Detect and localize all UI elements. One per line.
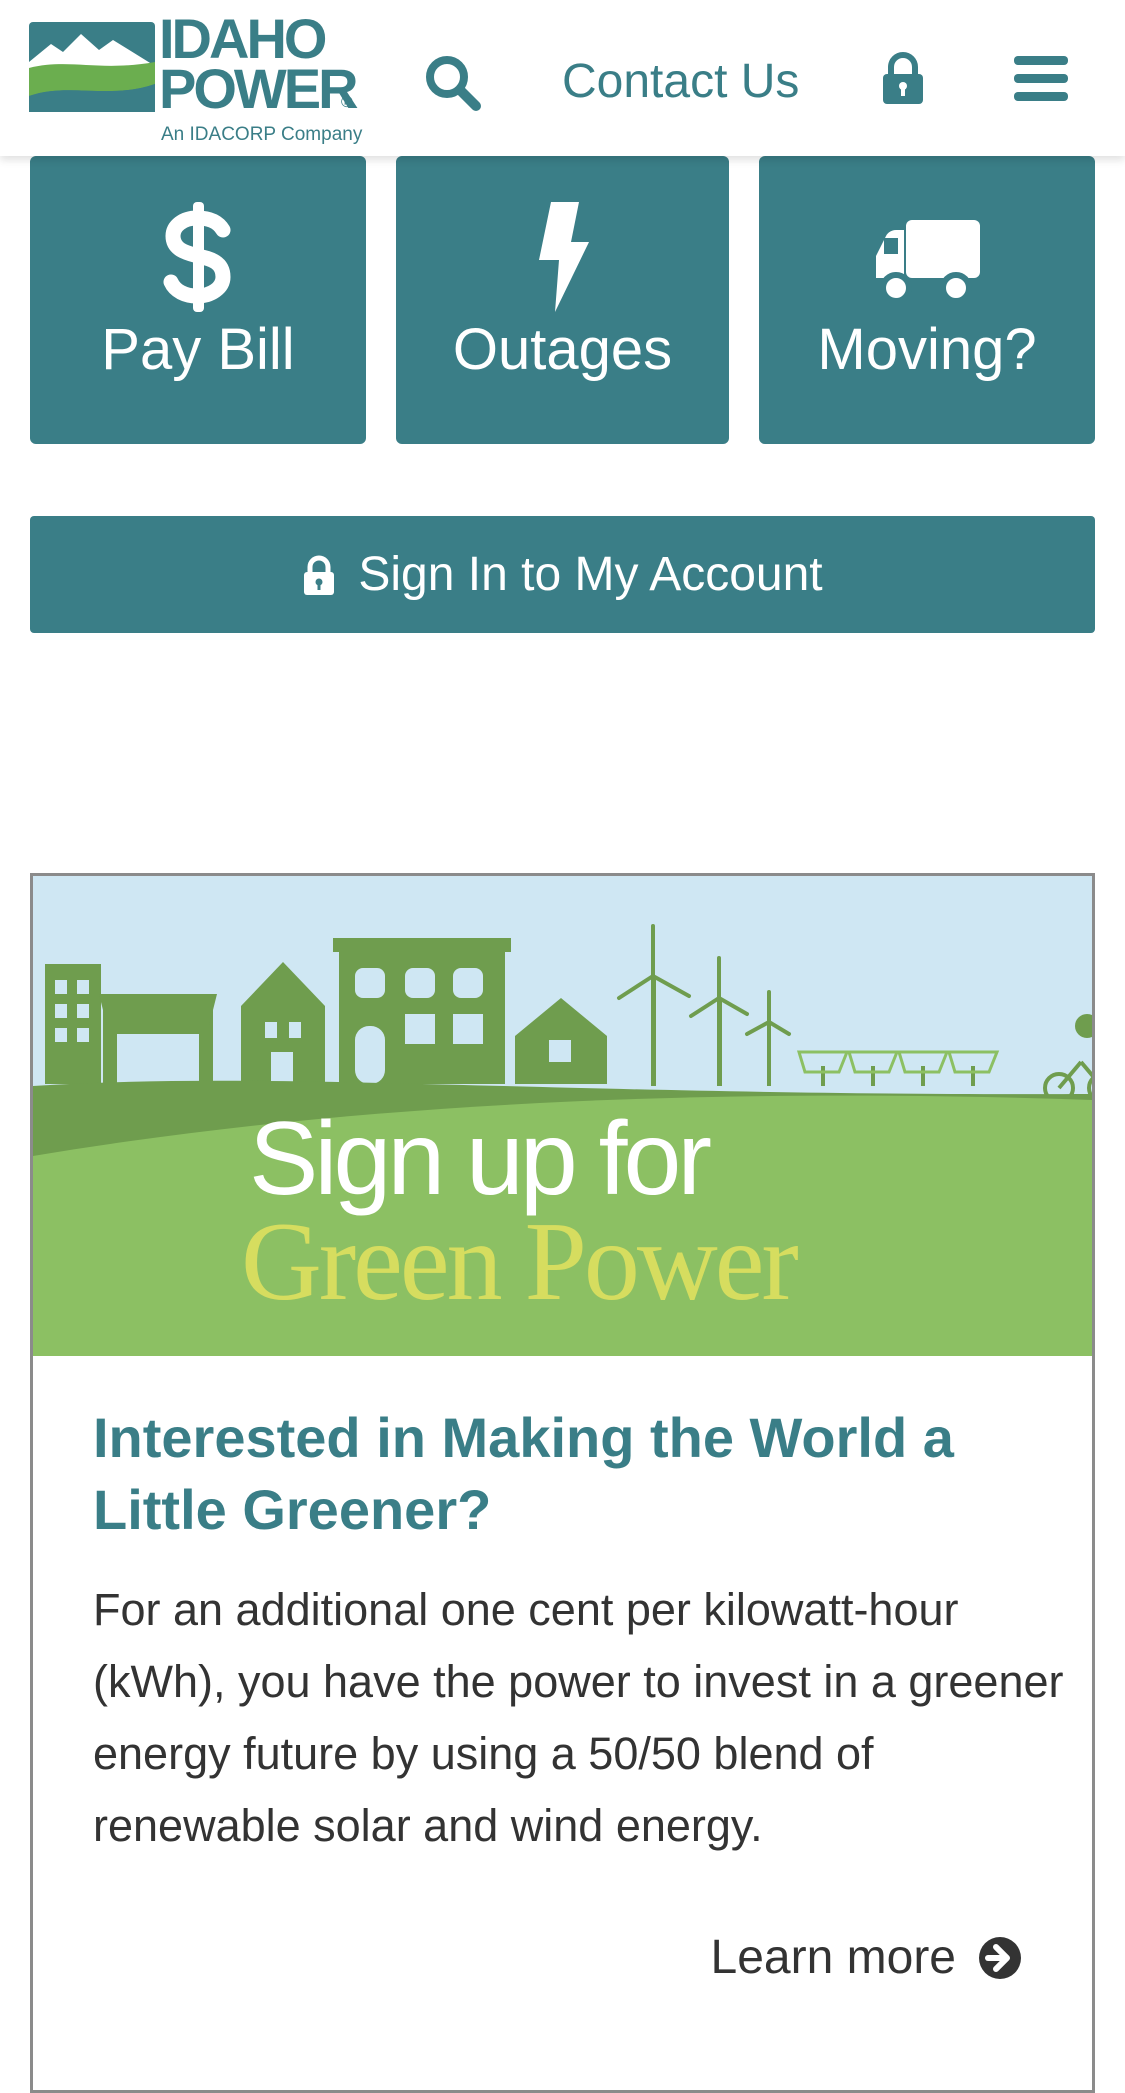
banner-headline-line1: Sign up for <box>249 1101 712 1217</box>
logo-mountain-mark <box>29 22 155 112</box>
idaho-power-logo[interactable]: IDAHO POWER ® An IDACORP Company <box>29 11 363 146</box>
learn-more-label: Learn more <box>710 1931 956 1984</box>
green-power-banner[interactable]: Sign up for Green Power <box>33 876 1092 1356</box>
sign-in-label: Sign In to My Account <box>358 548 823 601</box>
moving-tile[interactable]: Moving? <box>759 156 1095 444</box>
truck-icon <box>876 220 980 304</box>
site-header: IDAHO POWER ® An IDACORP Company Contact… <box>0 0 1125 156</box>
hamburger-menu-icon[interactable] <box>1014 54 1068 102</box>
learn-more-link[interactable]: Learn more <box>711 1930 1022 1985</box>
outages-label: Outages <box>452 317 673 382</box>
sign-in-button[interactable]: Sign In to My Account <box>30 516 1095 633</box>
pay-bill-label: Pay Bill <box>101 317 295 382</box>
outages-tile[interactable]: Outages <box>396 156 729 444</box>
lock-icon <box>304 555 335 595</box>
contact-us-link[interactable]: Contact Us <box>562 52 799 112</box>
logo-tagline: An IDACORP Company <box>161 124 363 145</box>
pay-bill-tile[interactable]: Pay Bill <box>30 156 366 444</box>
logo-wordmark: IDAHO POWER <box>159 11 359 120</box>
card-title: Interested in Making the World a Little … <box>93 1406 954 1541</box>
moving-label: Moving? <box>817 317 1037 382</box>
banner-headline-line2: Green Power <box>241 1200 799 1324</box>
logo-registered-mark: ® <box>341 94 353 111</box>
arrow-circle-right-icon <box>979 1936 1021 1979</box>
card-description: For an additional one cent per kilowatt-… <box>93 1584 1064 1851</box>
lightning-bolt-icon <box>538 202 589 312</box>
logo-word-power: POWER <box>159 57 359 120</box>
lock-icon[interactable] <box>880 52 926 104</box>
dollar-icon <box>163 202 231 312</box>
green-power-card: Sign up for Green Power Interested in Ma… <box>30 873 1095 2093</box>
search-icon[interactable] <box>422 52 482 112</box>
